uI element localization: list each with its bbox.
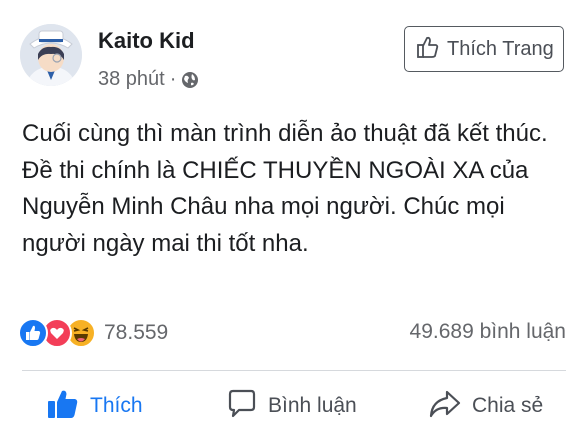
avatar[interactable] bbox=[20, 24, 82, 86]
actions-divider bbox=[22, 370, 566, 371]
reaction-icons bbox=[18, 318, 100, 348]
like-label: Thích bbox=[90, 394, 143, 417]
reactions-summary[interactable]: 78.559 bbox=[18, 318, 168, 348]
like-reaction-icon bbox=[18, 318, 48, 348]
like-page-label: Thích Trang bbox=[447, 37, 554, 60]
comment-button[interactable]: Bình luận bbox=[226, 388, 357, 424]
comment-label: Bình luận bbox=[268, 394, 357, 417]
comment-bubble-icon bbox=[226, 388, 258, 425]
meta-separator: · bbox=[169, 68, 177, 90]
comment-count[interactable]: 49.689 bình luận bbox=[410, 320, 566, 344]
share-arrow-icon bbox=[428, 388, 462, 425]
share-label: Chia sẻ bbox=[472, 394, 544, 417]
thumbs-up-icon bbox=[46, 388, 80, 425]
post-time[interactable]: 38 phút bbox=[98, 68, 165, 91]
author-name[interactable]: Kaito Kid bbox=[98, 28, 195, 54]
reaction-count: 78.559 bbox=[104, 321, 169, 344]
globe-icon bbox=[181, 71, 199, 89]
share-button[interactable]: Chia sẻ bbox=[428, 388, 543, 424]
post-meta: 38 phút · bbox=[98, 68, 199, 91]
facebook-post-card: Kaito Kid 38 phút · Thích Trang Cuối cùn… bbox=[0, 0, 586, 448]
like-button[interactable]: Thích bbox=[46, 388, 143, 424]
thumbs-up-outline-icon bbox=[415, 34, 441, 65]
post-body: Cuối cùng thì màn trình diễn ảo thuật đã… bbox=[22, 120, 548, 257]
like-page-button[interactable]: Thích Trang bbox=[404, 26, 564, 72]
